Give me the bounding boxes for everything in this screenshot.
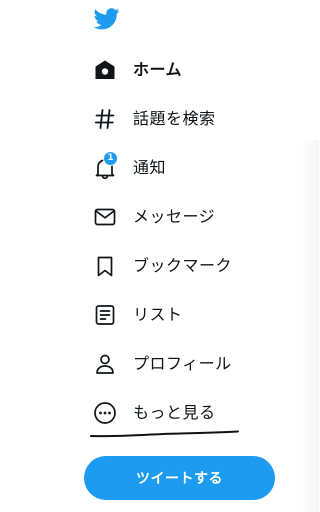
home-icon (93, 58, 117, 82)
nav-label-explore: 話題を検索 (133, 109, 216, 128)
sidebar-nav: ホーム 話題を検索 1 通知 メッセージ ブックマーク リスト プロフィール も… (0, 0, 319, 512)
twitter-bird-icon[interactable] (93, 8, 120, 30)
nav-item-notifications[interactable]: 1 通知 (84, 150, 284, 186)
envelope-icon (93, 205, 117, 229)
nav-item-home[interactable]: ホーム (84, 52, 284, 88)
nav-label-home: ホーム (133, 60, 183, 79)
nav-item-messages[interactable]: メッセージ (84, 199, 284, 235)
nav-item-lists[interactable]: リスト (84, 297, 284, 333)
nav-label-profile: プロフィール (133, 354, 232, 373)
side-divider (300, 140, 319, 512)
nav-item-profile[interactable]: プロフィール (84, 346, 284, 382)
bell-icon: 1 (93, 151, 118, 180)
notification-badge: 1 (103, 151, 118, 166)
nav-label-lists: リスト (133, 305, 183, 324)
hashtag-icon (93, 107, 117, 131)
nav-label-bookmarks: ブックマーク (133, 256, 233, 275)
person-icon (93, 352, 117, 376)
tweet-button[interactable]: ツイートする (84, 456, 275, 500)
bookmark-icon (93, 254, 117, 278)
nav-item-more[interactable]: もっと見る (84, 395, 284, 431)
more-circle-icon (93, 401, 117, 425)
nav-label-messages: メッセージ (133, 207, 216, 226)
underline-annotation (90, 430, 239, 438)
nav-item-explore[interactable]: 話題を検索 (84, 101, 284, 137)
nav-item-bookmarks[interactable]: ブックマーク (84, 248, 284, 284)
nav-label-more: もっと見る (133, 403, 216, 422)
nav-label-notifications: 通知 (133, 158, 167, 177)
list-icon (93, 303, 117, 327)
